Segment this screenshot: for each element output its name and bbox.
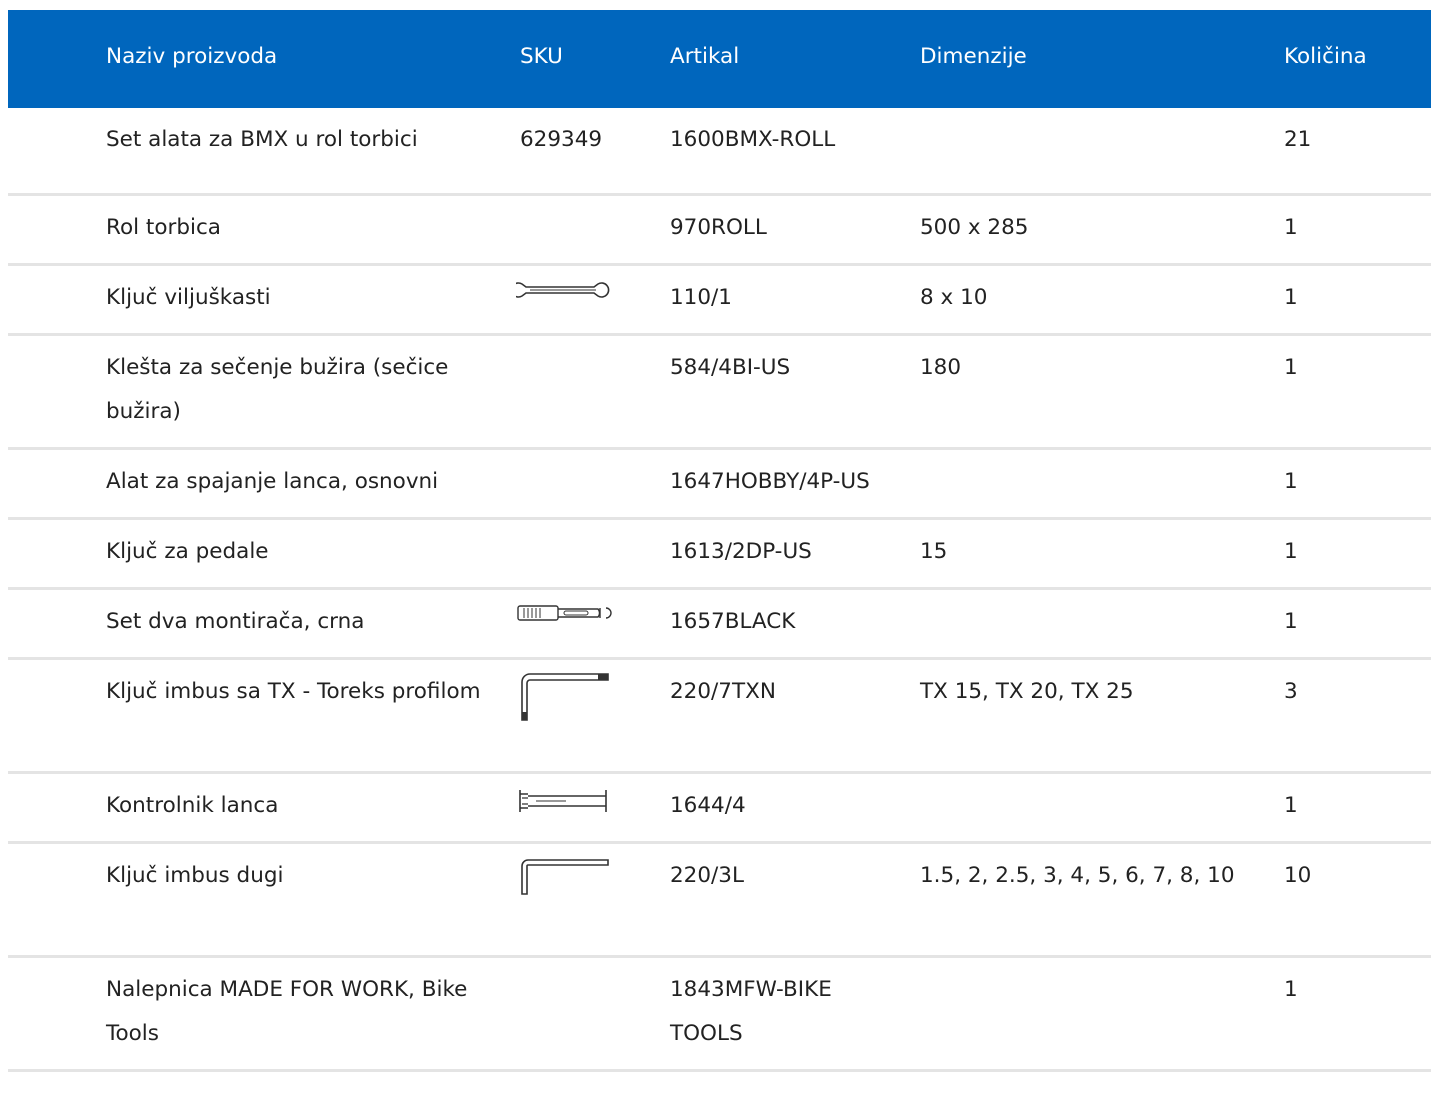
row-article: 970ROLL: [670, 215, 767, 240]
row-quantity: 1: [1284, 539, 1298, 564]
row-article: 220/3L: [670, 863, 744, 888]
row-name: Set dva montirača, crna: [106, 609, 365, 634]
row-name: Ključ imbus sa TX - Toreks profilom: [106, 679, 481, 704]
row-article: 1644/4: [670, 793, 746, 818]
row-dimensions: 15: [920, 539, 948, 564]
row-name: Ključ imbus dugi: [106, 863, 284, 888]
row-name: Set alata za BMX u rol torbici: [106, 127, 418, 152]
row-quantity: 1: [1284, 355, 1298, 380]
tire-lever-icon: [516, 602, 612, 650]
row-article: 110/1: [670, 285, 732, 310]
table-row: Rol torbica 970ROLL 500 x 285 1: [8, 196, 1431, 266]
row-dimensions: 1.5, 2, 2.5, 3, 4, 5, 6, 7, 8, 10: [920, 863, 1235, 888]
row-dimensions: 8 x 10: [920, 285, 988, 310]
row-name: Nalepnica MADE FOR WORK, Bike Tools: [106, 977, 468, 1046]
table-row: Klešta za sečenje bužira (sečice bužira)…: [8, 336, 1431, 450]
row-quantity: 1: [1284, 285, 1298, 310]
table-row: Ključ imbus dugi 220/3L 1.5, 2, 2.5, 3, 4,…: [8, 844, 1431, 958]
row-article: 1613/2DP-US: [670, 539, 812, 564]
chain-checker-icon: [516, 786, 612, 834]
row-article: 1843MFW-BIKE TOOLS: [670, 977, 832, 1046]
row-article: 1600BMX-ROLL: [670, 127, 836, 152]
table-body: Set alata za BMX u rol torbici 629349 1600…: [8, 108, 1431, 1072]
table-row: Ključ za pedale 1613/2DP-US 15 1: [8, 520, 1431, 590]
table-row: Alat za spajanje lanca, osnovni 1647HOBBY…: [8, 450, 1431, 520]
table-row: Ključ viljuškasti 110/1 8 x 10 1: [8, 266, 1431, 336]
header-sku: SKU: [520, 44, 563, 69]
parts-table: Naziv proizvoda SKU Artikal Dimenzije Ko…: [8, 10, 1431, 1072]
table-row: Kontrolnik lanca 1644/4 1: [8, 774, 1431, 844]
header-dimensions: Dimenzije: [920, 44, 1027, 69]
row-quantity: 1: [1284, 609, 1298, 634]
row-name: Ključ za pedale: [106, 539, 269, 564]
row-quantity: 10: [1284, 863, 1312, 888]
table-row: Set alata za BMX u rol torbici 629349 1600…: [8, 108, 1431, 196]
row-quantity: 1: [1284, 977, 1298, 1002]
row-name: Rol torbica: [106, 215, 221, 240]
row-quantity: 1: [1284, 469, 1298, 494]
row-dimensions: TX 15, TX 20, TX 25: [920, 679, 1134, 704]
table-row: Ključ imbus sa TX - Toreks profilom 220/7…: [8, 660, 1431, 774]
header-name: Naziv proizvoda: [106, 44, 278, 69]
header-article: Artikal: [670, 44, 740, 69]
row-name: Alat za spajanje lanca, osnovni: [106, 469, 439, 494]
hex-key-icon: [516, 856, 612, 904]
row-quantity: 3: [1284, 679, 1298, 704]
torx-key-icon: [516, 672, 612, 721]
table-row: Nalepnica MADE FOR WORK, Bike Tools 1843M…: [8, 958, 1431, 1072]
row-article: 1647HOBBY/4P-US: [670, 469, 870, 494]
row-article: 1657BLACK: [670, 609, 796, 634]
row-name: Klešta za sečenje bužira (sečice bužira): [106, 355, 449, 424]
header-quantity: Količina: [1284, 44, 1367, 69]
row-quantity: 1: [1284, 215, 1298, 240]
table-row: Set dva montirača, crna 1657BLACK 1: [8, 590, 1431, 660]
row-dimensions: 500 x 285: [920, 215, 1029, 240]
row-dimensions: 180: [920, 355, 962, 380]
row-name: Kontrolnik lanca: [106, 793, 279, 818]
row-article: 584/4BI-US: [670, 355, 791, 380]
table-header: Naziv proizvoda SKU Artikal Dimenzije Ko…: [8, 10, 1431, 108]
open-end-wrench-icon: [516, 278, 612, 326]
row-quantity: 1: [1284, 793, 1298, 818]
row-name: Ključ viljuškasti: [106, 285, 271, 310]
row-sku: 629349: [520, 127, 603, 152]
row-article: 220/7TXN: [670, 679, 776, 704]
row-quantity: 21: [1284, 127, 1312, 152]
